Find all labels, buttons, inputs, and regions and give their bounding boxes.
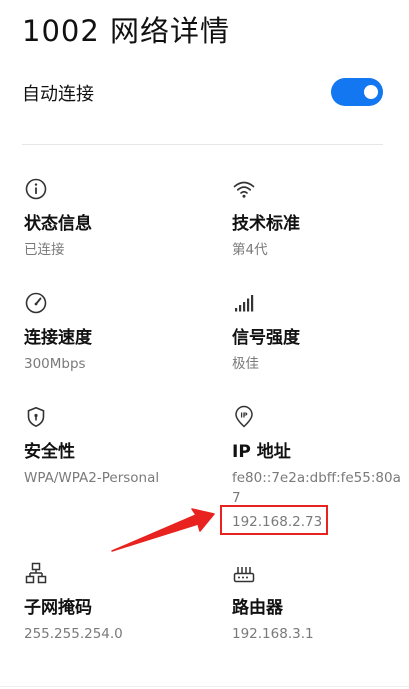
- auto-connect-toggle[interactable]: [331, 78, 383, 106]
- security-label: 安全性: [24, 442, 75, 462]
- ip-icon-text: IP: [240, 411, 247, 419]
- bottom-divider: [0, 686, 409, 687]
- auto-connect-label: 自动连接: [22, 84, 94, 105]
- status-info-value: 已连接: [24, 242, 65, 258]
- tech-standard-label: 技术标准: [232, 214, 300, 234]
- ipv4-highlight-box: [220, 505, 328, 535]
- shield-icon: [27, 407, 45, 427]
- network-topology-icon: [25, 562, 47, 584]
- subnet-mask-value: 255.255.254.0: [24, 626, 123, 642]
- toggle-knob: [364, 85, 378, 99]
- router-cell[interactable]: 路由器 192.168.3.1: [232, 561, 408, 644]
- router-label: 路由器: [232, 598, 283, 618]
- status-info-label: 状态信息: [24, 214, 92, 234]
- ip-address-label: IP 地址: [232, 442, 291, 462]
- section-divider: [22, 144, 383, 145]
- info-circle-icon: [25, 178, 47, 200]
- security-value: WPA/WPA2-Personal: [24, 470, 160, 486]
- auto-connect-row[interactable]: 自动连接: [22, 74, 383, 114]
- page-title: 1002 网络详情: [22, 14, 231, 48]
- link-speed-label: 连接速度: [24, 328, 92, 348]
- router-icon: [233, 567, 255, 583]
- subnet-mask-label: 子网掩码: [24, 598, 92, 618]
- tech-standard-value: 第4代: [232, 242, 268, 258]
- signal-strength-cell[interactable]: 信号强度 极佳: [232, 291, 408, 374]
- speedometer-icon: [25, 292, 47, 314]
- wifi-icon: [233, 181, 255, 198]
- router-value: 192.168.3.1: [232, 626, 314, 642]
- ipv6-address-value: fe80::7e2a:dbff:fe55:80a7: [232, 470, 401, 506]
- link-speed-value: 300Mbps: [24, 356, 86, 372]
- signal-strength-label: 信号强度: [232, 328, 300, 348]
- link-speed-cell[interactable]: 连接速度 300Mbps: [24, 291, 214, 374]
- subnet-mask-cell[interactable]: 子网掩码 255.255.254.0: [24, 561, 214, 644]
- tech-standard-cell[interactable]: 技术标准 第4代: [232, 177, 408, 260]
- security-cell[interactable]: 安全性 WPA/WPA2-Personal: [24, 405, 214, 488]
- signal-strength-value: 极佳: [232, 356, 259, 372]
- signal-bars-icon: [235, 295, 254, 312]
- status-info-cell[interactable]: 状态信息 已连接: [24, 177, 214, 260]
- ip-pin-icon: IP: [235, 405, 253, 428]
